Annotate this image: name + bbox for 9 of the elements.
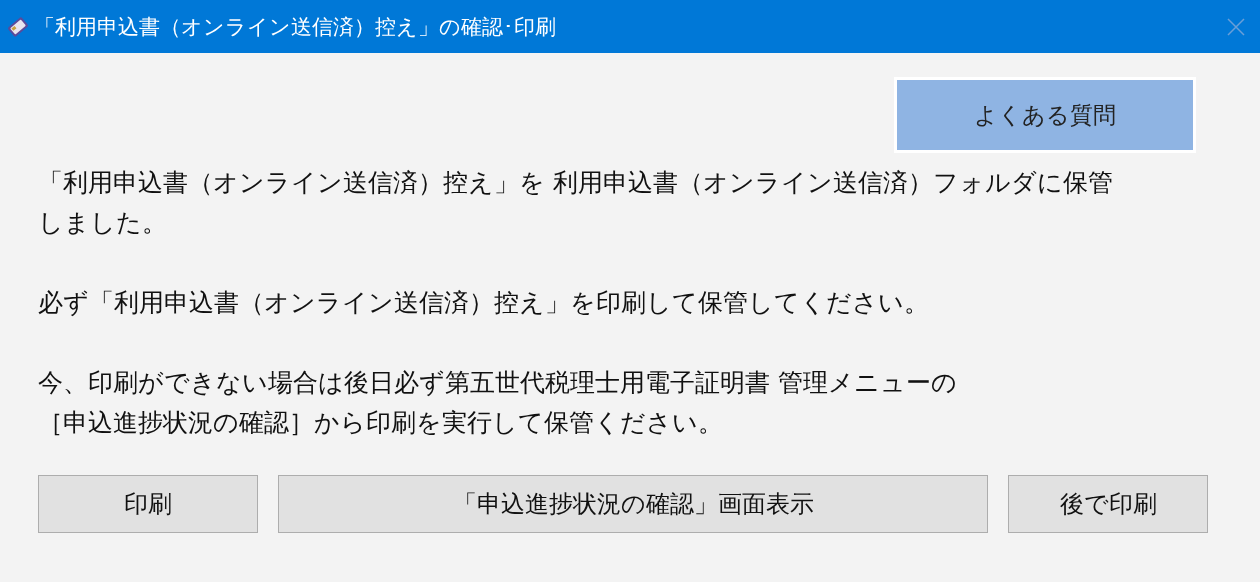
close-icon[interactable] [1226, 16, 1246, 37]
message-text: 必ず「利用申込書（オンライン送信済）控え」を印刷して保管してください。 [38, 287, 930, 319]
message-text: 「利用申込書（オンライン送信済）控え」を 利用申込書（オンライン送信済）フォルダに保管 しました。 [38, 167, 1114, 239]
window-title: 「利用申込書（オンライン送信済）控え」の確認･印刷 [34, 13, 557, 41]
action-button[interactable]: 印刷 [38, 475, 258, 533]
faq-button[interactable]: よくある質問 [894, 77, 1196, 153]
action-button[interactable]: 「申込進捗状況の確認」画面表示 [278, 475, 988, 533]
action-button[interactable]: 後で印刷 [1008, 475, 1208, 533]
message-text: 今、印刷ができない場合は後日必ず第五世代税理士用電子証明書 管理メニューの ［申込進捗状況の確認］から印刷を実行して保管ください。 [38, 367, 958, 439]
